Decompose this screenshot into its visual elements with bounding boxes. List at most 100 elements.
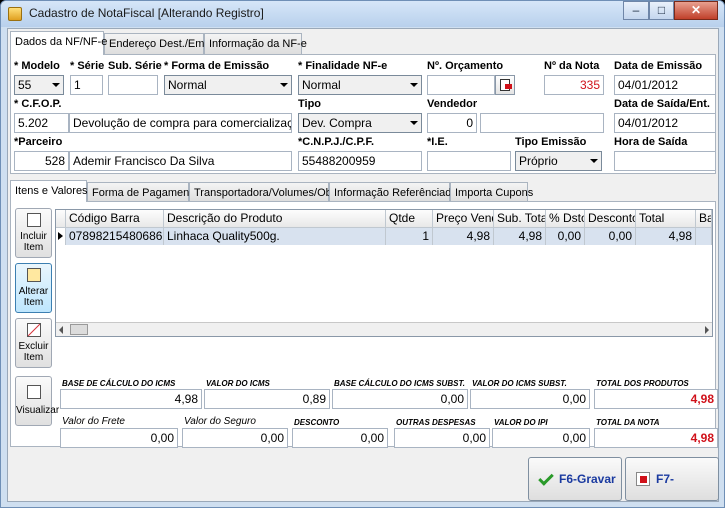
- col-sub-total[interactable]: Sub. Tota: [494, 210, 546, 228]
- eraser-icon: [26, 323, 41, 337]
- tab-informacao-referenciada[interactable]: Informação Referênciada: [329, 182, 458, 202]
- data-saida-input[interactable]: 04/01/2012: [614, 113, 716, 133]
- cell-codigo-barra: 07898215480686: [66, 228, 164, 245]
- excluir-item-button[interactable]: Excluir Item: [15, 318, 52, 368]
- items-grid[interactable]: Código Barra Descrição do Produto Qtde P…: [55, 209, 713, 337]
- visualizar-button[interactable]: Visualizar: [15, 376, 59, 426]
- valor-icms-label: VALOR DO ICMS: [206, 379, 270, 388]
- parceiro-code-input[interactable]: 528: [14, 151, 69, 171]
- cell-total: 4,98: [636, 228, 696, 245]
- tab-itens-valores[interactable]: Itens e Valores: [10, 180, 88, 202]
- col-desconto[interactable]: Desconto: [585, 210, 636, 228]
- maximize-button[interactable]: □: [649, 1, 674, 20]
- hora-saida-label: Hora de Saída: [614, 136, 688, 148]
- vendedor-name-input[interactable]: [480, 113, 604, 133]
- dados-panel: * Modelo * Série Sub. Série * Forma de E…: [10, 54, 716, 174]
- forma-emissao-label: * Forma de Emissão: [164, 60, 270, 72]
- cell-preco-vend: 4,98: [433, 228, 494, 245]
- main-window: Cadastro de NotaFiscal [Alterando Regist…: [0, 0, 725, 508]
- cancelar-button[interactable]: F7-Cancelar: [625, 457, 719, 501]
- col-qtde[interactable]: Qtde: [386, 210, 433, 228]
- col-descricao[interactable]: Descrição do Produto: [164, 210, 386, 228]
- tab-dados-nf[interactable]: Dados da NF/NF-e: [10, 31, 107, 55]
- alterar-label: Alterar: [18, 286, 49, 297]
- data-emissao-label: Data de Emissão: [614, 60, 703, 72]
- gravar-label: F6-Gravar: [559, 472, 616, 486]
- outras-despesas-label: OUTRAS DESPESAS: [396, 418, 476, 427]
- valor-icms-value: 0,89: [204, 389, 330, 409]
- tab-importa-cupons[interactable]: Importa Cupons: [450, 182, 533, 202]
- modelo-select[interactable]: 55: [14, 75, 64, 95]
- base-icms-subst-value: 0,00: [332, 389, 468, 409]
- chevron-down-icon: [410, 83, 418, 87]
- modelo-label: * Modelo: [14, 60, 60, 72]
- finalidade-select[interactable]: Normal: [298, 75, 422, 95]
- serie-input[interactable]: 1: [70, 75, 103, 95]
- sub-serie-input[interactable]: [108, 75, 158, 95]
- parceiro-label: *Parceiro: [14, 136, 63, 148]
- visualizar-label: Visualizar: [16, 405, 60, 416]
- tab-transportadora[interactable]: Transportadora/Volumes/Obs: [189, 182, 337, 202]
- tab-informacao-nfe[interactable]: Informação da NF-e: [204, 33, 307, 55]
- base-icms-subst-label: BASE CÁLCULO DO ICMS SUBST.: [334, 379, 465, 388]
- data-emissao-input[interactable]: 04/01/2012: [614, 75, 716, 95]
- scroll-left-icon[interactable]: [59, 326, 63, 334]
- new-document-icon: [26, 213, 41, 227]
- vendedor-code-input[interactable]: 0: [427, 113, 477, 133]
- cfop-desc-input[interactable]: Devolução de compra para comercialização: [69, 113, 292, 133]
- forma-emissao-select[interactable]: Normal: [164, 75, 292, 95]
- cfop-code-input[interactable]: 5.202: [14, 113, 69, 133]
- forma-emissao-value: Normal: [168, 78, 207, 92]
- tipo-emissao-value: Próprio: [519, 154, 558, 168]
- alterar-item-button[interactable]: Alterar Item: [15, 263, 52, 313]
- data-saida-label: Data de Saída/Ent.: [614, 98, 710, 110]
- cancel-icon: [636, 472, 650, 486]
- col-codigo-barra[interactable]: Código Barra: [66, 210, 164, 228]
- cell-base: [696, 228, 712, 245]
- cell-descricao: Linhaca Quality500g.: [164, 228, 386, 245]
- import-orcamento-icon[interactable]: [495, 75, 515, 95]
- nota-number: 335: [544, 75, 604, 95]
- col-preco-vend[interactable]: Preço Vend: [433, 210, 494, 228]
- edit-document-icon: [26, 268, 41, 282]
- window-title: Cadastro de NotaFiscal [Alterando Regist…: [29, 6, 264, 20]
- title-bar: Cadastro de NotaFiscal [Alterando Regist…: [1, 1, 724, 27]
- ie-input[interactable]: [427, 151, 511, 171]
- base-icms-label: BASE DE CÁLCULO DO ICMS: [62, 379, 176, 388]
- col-base[interactable]: Ba: [696, 210, 712, 228]
- minimize-button[interactable]: –: [623, 1, 649, 20]
- cnpj-label: *C.N.P.J./C.P.F.: [298, 136, 375, 148]
- scroll-right-icon[interactable]: [705, 326, 709, 334]
- ipi-value: 0,00: [492, 428, 590, 448]
- col-perc-desconto[interactable]: % Dsto: [546, 210, 585, 228]
- nota-label: Nº da Nota: [544, 60, 600, 72]
- chevron-down-icon: [52, 83, 60, 87]
- close-button[interactable]: ✕: [674, 1, 718, 20]
- tipo-select[interactable]: Dev. Compra: [298, 113, 422, 133]
- parceiro-name-input[interactable]: Ademir Francisco Da Silva: [69, 151, 292, 171]
- orcamento-input[interactable]: [427, 75, 495, 95]
- tab-endereco[interactable]: Endereço Dest./Emit.: [104, 33, 213, 55]
- frete-label: Valor do Frete: [62, 416, 125, 427]
- checkmark-icon: [538, 470, 554, 486]
- desconto-label: DESCONTO: [294, 418, 340, 427]
- col-total[interactable]: Total: [636, 210, 696, 228]
- cancelar-label: F7-Cancelar: [656, 472, 674, 486]
- incluir-item-button[interactable]: Incluir Item: [15, 208, 52, 258]
- cell-sub-total: 4,98: [494, 228, 546, 245]
- tipo-emissao-select[interactable]: Próprio: [515, 151, 602, 171]
- hora-saida-input[interactable]: [614, 151, 716, 171]
- tipo-value: Dev. Compra: [302, 116, 372, 130]
- cnpj-input[interactable]: 55488200959: [298, 151, 422, 171]
- tab-forma-pagamento[interactable]: Forma de Pagamento: [87, 182, 198, 202]
- scroll-thumb[interactable]: [70, 324, 88, 335]
- app-icon: [8, 7, 22, 21]
- vendedor-label: Vendedor: [427, 98, 478, 110]
- gravar-button[interactable]: F6-Gravar: [528, 457, 622, 501]
- horizontal-scrollbar[interactable]: [56, 322, 712, 336]
- tipo-emissao-label: Tipo Emissão: [515, 136, 587, 148]
- cell-desconto: 0,00: [585, 228, 636, 245]
- excluir-item-label: Item: [23, 352, 44, 363]
- desconto-value: 0,00: [292, 428, 388, 448]
- sub-serie-label: Sub. Série: [108, 60, 162, 72]
